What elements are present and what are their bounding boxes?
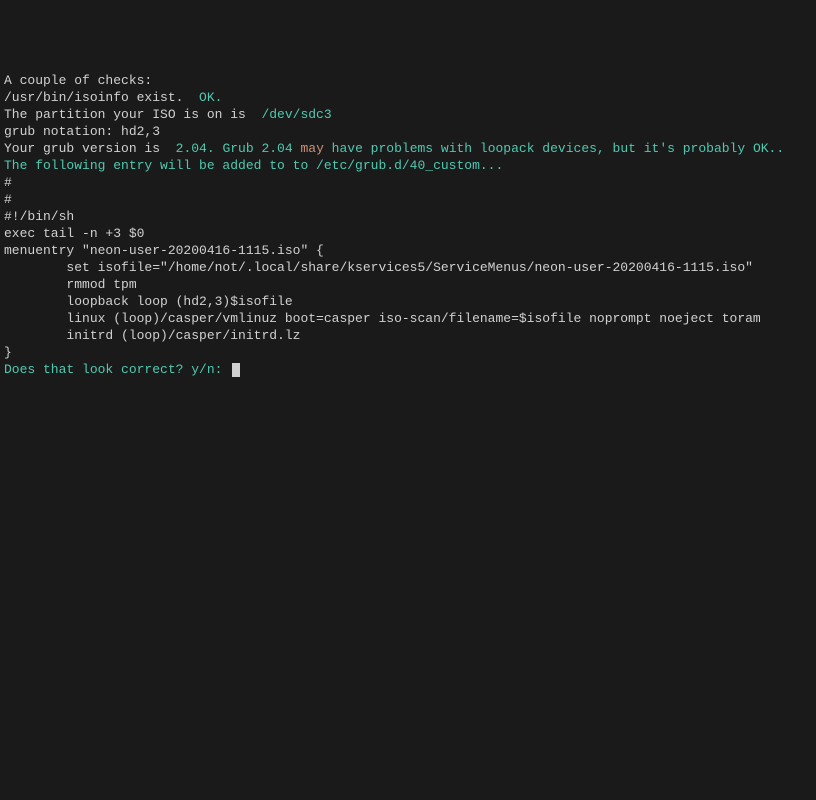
prompt-line[interactable]: Does that look correct? y/n: (4, 361, 812, 378)
output-line: exec tail -n +3 $0 (4, 225, 812, 242)
output-line: } (4, 344, 812, 361)
output-line: # (4, 191, 812, 208)
text-segment: Your grub version is (4, 141, 176, 156)
status-ok: OK. (199, 90, 222, 105)
prompt-text: Does that look correct? y/n: (4, 362, 230, 377)
warning-word: may (300, 141, 323, 156)
version-text: 2.04. Grub 2.04 (176, 141, 301, 156)
output-line: set isofile="/home/not/.local/share/kser… (4, 259, 812, 276)
output-line: The following entry will be added to to … (4, 157, 812, 174)
output-line: A couple of checks: (4, 72, 812, 89)
cursor (232, 363, 240, 377)
output-line: Your grub version is 2.04. Grub 2.04 may… (4, 140, 812, 157)
version-text: have problems with loopack devices, but … (324, 141, 784, 156)
output-line: grub notation: hd2,3 (4, 123, 812, 140)
output-line: rmmod tpm (4, 276, 812, 293)
terminal-output[interactable]: A couple of checks:/usr/bin/isoinfo exis… (4, 72, 812, 378)
text-segment: /usr/bin/isoinfo exist. (4, 90, 199, 105)
device-path: /dev/sdc3 (261, 107, 331, 122)
output-line: # (4, 174, 812, 191)
output-line: The partition your ISO is on is /dev/sdc… (4, 106, 812, 123)
output-line: loopback loop (hd2,3)$isofile (4, 293, 812, 310)
output-line: initrd (loop)/casper/initrd.lz (4, 327, 812, 344)
output-line: menuentry "neon-user-20200416-1115.iso" … (4, 242, 812, 259)
text-segment: The partition your ISO is on is (4, 107, 261, 122)
output-line: #!/bin/sh (4, 208, 812, 225)
output-line: linux (loop)/casper/vmlinuz boot=casper … (4, 310, 812, 327)
output-line: /usr/bin/isoinfo exist. OK. (4, 89, 812, 106)
